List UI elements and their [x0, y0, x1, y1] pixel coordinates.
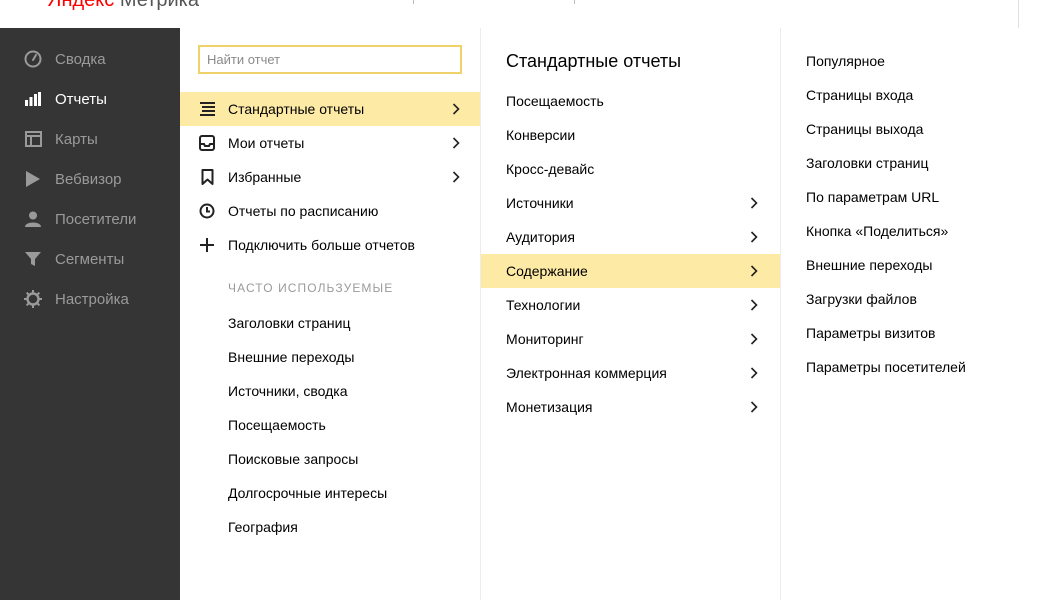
menu-item-label: Мои отчеты: [228, 135, 305, 151]
logo[interactable]: Яндекс Метрика: [47, 0, 199, 12]
bar-chart-icon: [22, 89, 44, 109]
standard-item-label: Посещаемость: [506, 93, 604, 109]
standard-item[interactable]: Электронная коммерция: [481, 356, 780, 390]
funnel-icon: [22, 249, 44, 269]
chevron-right-icon: [748, 333, 760, 345]
chevron-right-icon: [748, 231, 760, 243]
standard-item[interactable]: Содержание: [481, 254, 780, 288]
chevron-right-icon: [450, 171, 462, 183]
user-icon: [22, 209, 44, 229]
search-box: [198, 45, 462, 74]
nav-item-segments[interactable]: Сегменты: [0, 239, 180, 279]
content-report-item[interactable]: Загрузки файлов: [806, 291, 917, 307]
standard-item-label: Аудитория: [506, 229, 575, 245]
nav-item-settings[interactable]: Настройка: [0, 279, 180, 319]
standard-item[interactable]: Аудитория: [481, 220, 780, 254]
reports-panel: Стандартные отчеты Мои отчеты Избранные …: [180, 28, 481, 600]
nav-item-label: Вебвизор: [55, 170, 122, 188]
standard-item-label: Содержание: [506, 263, 588, 279]
content-report-item[interactable]: Заголовки страниц: [806, 155, 928, 171]
chevron-right-icon: [748, 401, 760, 413]
menu-my-reports[interactable]: Мои отчеты: [180, 126, 480, 160]
standard-item[interactable]: Источники: [481, 186, 780, 220]
chevron-right-icon: [450, 103, 462, 115]
content-report-item[interactable]: Параметры посетителей: [806, 359, 966, 375]
standard-item[interactable]: Технологии: [481, 288, 780, 322]
standard-item-label: Конверсии: [506, 127, 576, 143]
standard-reports-panel: Стандартные отчеты Посещаемость Конверси…: [481, 28, 781, 600]
menu-item-label: Избранные: [228, 169, 302, 185]
nav-item-label: Сводка: [55, 50, 106, 68]
nav-item-label: Настройка: [55, 290, 129, 308]
standard-item[interactable]: Монетизация: [481, 390, 780, 424]
frequent-item[interactable]: Посещаемость: [228, 417, 326, 433]
top-divider: [1018, 0, 1019, 28]
nav-item-visitors[interactable]: Посетители: [0, 199, 180, 239]
nav-item-maps[interactable]: Карты: [0, 119, 180, 159]
menu-item-label: Отчеты по расписанию: [228, 203, 379, 219]
search-input[interactable]: [200, 47, 460, 72]
chevron-right-icon: [748, 265, 760, 277]
top-edge-mark: [413, 0, 414, 4]
standard-item[interactable]: Конверсии: [481, 118, 780, 152]
chevron-right-icon: [748, 367, 760, 379]
standard-item[interactable]: Посещаемость: [481, 84, 780, 118]
gauge-icon: [22, 49, 44, 69]
content-report-item[interactable]: Страницы выхода: [806, 121, 923, 137]
menu-connect-more-reports[interactable]: Подключить больше отчетов: [180, 228, 480, 262]
bookmark-icon: [198, 168, 216, 186]
standard-item-label: Технологии: [506, 297, 581, 313]
frequent-item[interactable]: Заголовки страниц: [228, 315, 350, 331]
top-bar: Яндекс Метрика: [0, 0, 1051, 29]
content-report-item[interactable]: Популярное: [806, 53, 885, 69]
content-report-item[interactable]: Внешние переходы: [806, 257, 933, 273]
standard-item-label: Мониторинг: [506, 331, 584, 347]
standard-item-label: Электронная коммерция: [506, 365, 667, 381]
frequent-item[interactable]: Долгосрочные интересы: [228, 485, 387, 501]
map-layout-icon: [22, 129, 44, 149]
main-navigation: Сводка Отчеты Карты Вебвизор Посетители …: [0, 28, 180, 600]
content-reports-panel: Популярное Страницы входа Страницы выход…: [781, 28, 1051, 600]
frequent-section-title: ЧАСТО ИСПОЛЬЗУЕМЫЕ: [228, 281, 394, 295]
inbox-icon: [198, 134, 216, 152]
nav-item-label: Сегменты: [55, 250, 125, 268]
standard-item-label: Монетизация: [506, 399, 593, 415]
menu-item-label: Стандартные отчеты: [228, 101, 365, 117]
panel-title: Стандартные отчеты: [506, 51, 682, 71]
menu-standard-reports[interactable]: Стандартные отчеты: [180, 92, 480, 126]
menu-favorites[interactable]: Избранные: [180, 160, 480, 194]
menu-scheduled-reports[interactable]: Отчеты по расписанию: [180, 194, 480, 228]
content-report-item[interactable]: Страницы входа: [806, 87, 913, 103]
nav-item-label: Карты: [55, 130, 98, 148]
content-report-item[interactable]: По параметрам URL: [806, 189, 939, 205]
nav-item-reports[interactable]: Отчеты: [0, 79, 180, 119]
nav-item-webvisor[interactable]: Вебвизор: [0, 159, 180, 199]
gear-icon: [22, 289, 44, 309]
plus-icon: [198, 236, 216, 254]
standard-item[interactable]: Кросс-девайс: [481, 152, 780, 186]
content-report-item[interactable]: Кнопка «Поделиться»: [806, 223, 948, 239]
frequent-item[interactable]: Поисковые запросы: [228, 451, 358, 467]
menu-item-label: Подключить больше отчетов: [228, 237, 415, 253]
nav-item-label: Посетители: [55, 210, 137, 228]
content-report-item[interactable]: Параметры визитов: [806, 325, 936, 341]
clock-icon: [198, 202, 216, 220]
frequent-item[interactable]: География: [228, 519, 298, 535]
top-edge-mark: [574, 0, 575, 4]
frequent-item[interactable]: Источники, сводка: [228, 383, 348, 399]
standard-item[interactable]: Мониторинг: [481, 322, 780, 356]
standard-item-label: Источники: [506, 195, 574, 211]
chevron-right-icon: [748, 197, 760, 209]
logo-product: Метрика: [119, 0, 199, 11]
chevron-right-icon: [450, 137, 462, 149]
standard-item-label: Кросс-девайс: [506, 161, 595, 177]
list-icon: [198, 100, 216, 118]
logo-brand: Яндекс: [47, 0, 115, 11]
frequent-item[interactable]: Внешние переходы: [228, 349, 355, 365]
nav-item-label: Отчеты: [55, 90, 107, 108]
nav-item-summary[interactable]: Сводка: [0, 39, 180, 79]
play-icon: [22, 169, 44, 189]
chevron-right-icon: [748, 299, 760, 311]
